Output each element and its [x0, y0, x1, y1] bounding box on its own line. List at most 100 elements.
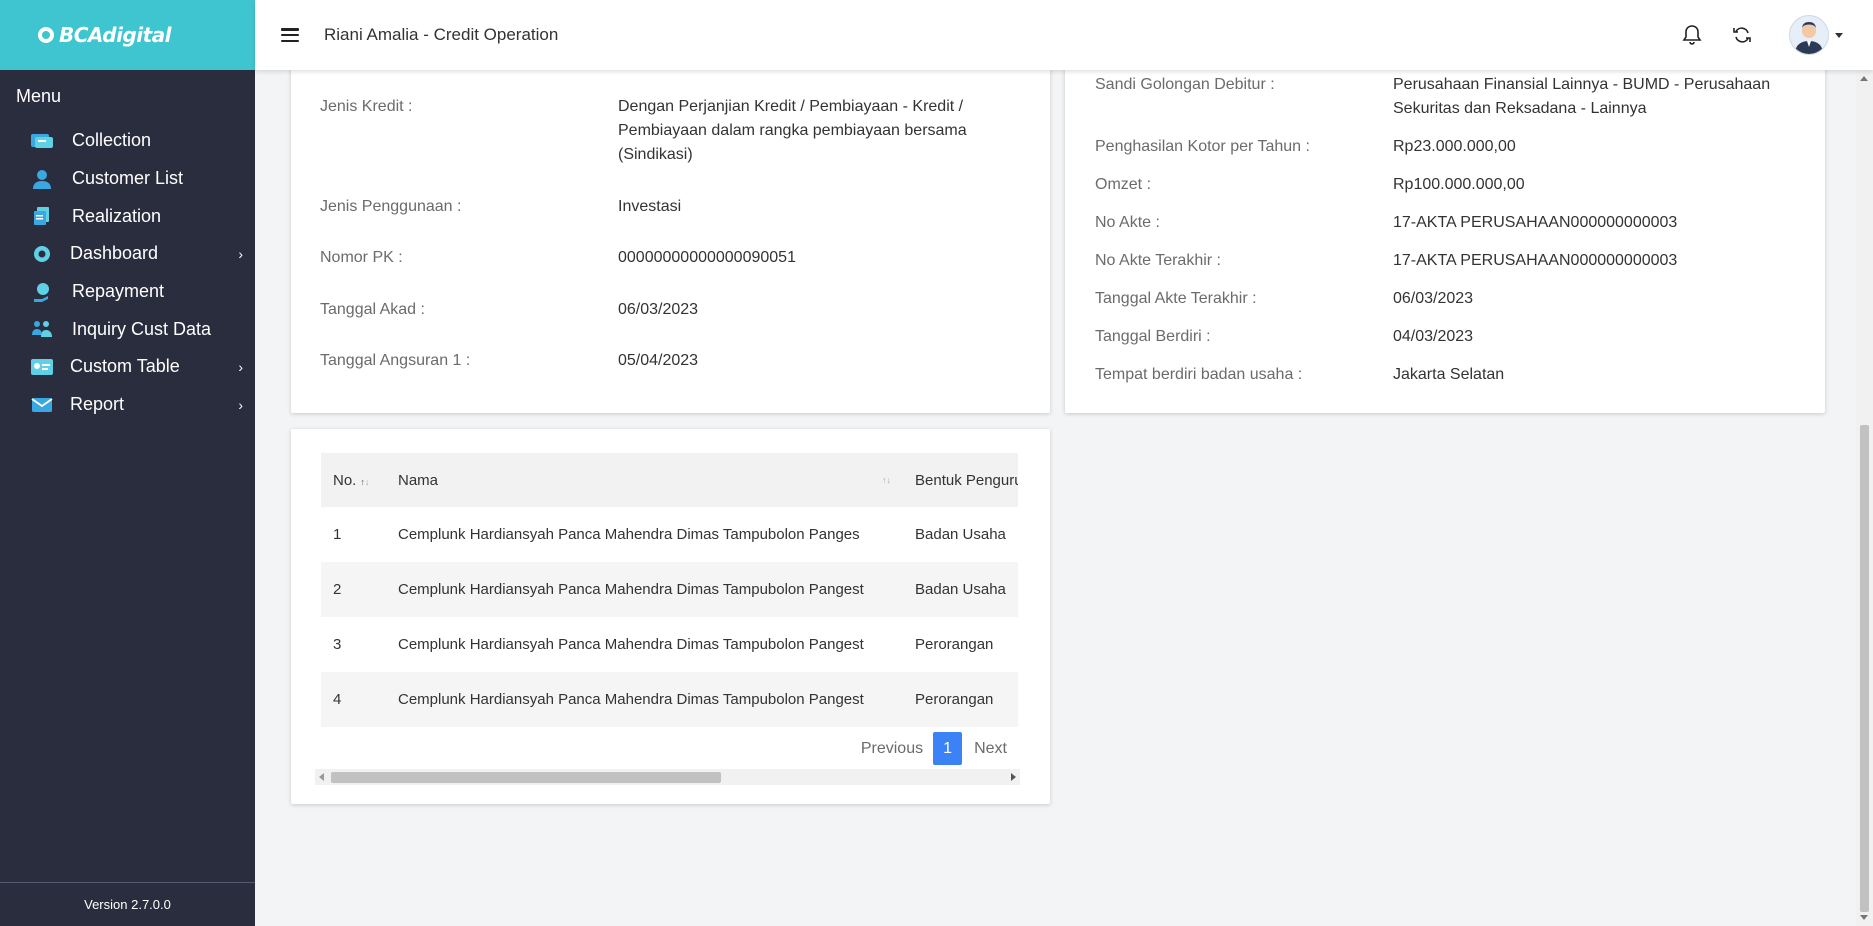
hamburger-menu-icon[interactable]: [281, 28, 299, 42]
debtor-detail-card: Sandi Golongan Debitur : Perusahaan Fina…: [1065, 60, 1825, 413]
cell-no: 1: [333, 526, 342, 543]
cell-bentuk: Perorangan: [915, 636, 994, 653]
cell-nama: Cemplunk Hardiansyah Panca Mahendra Dima…: [398, 581, 864, 598]
chevron-down-icon[interactable]: [1835, 32, 1843, 38]
credit-detail-card: Jenis Kredit : Dengan Perjanjian Kredit …: [291, 60, 1050, 413]
brand-logo[interactable]: BCAdigital: [38, 23, 172, 47]
sidebar-item-label: Collection: [72, 130, 152, 151]
table-row[interactable]: 3 Cemplunk Hardiansyah Panca Mahendra Di…: [321, 617, 1018, 672]
field-label-penghasilan: Penghasilan Kotor per Tahun :: [1095, 138, 1310, 155]
field-value-jenis-penggunaan: Investasi: [618, 198, 682, 215]
sidebar-item-realization[interactable]: Realization: [0, 197, 255, 235]
sort-asc-icon: ↑↓: [360, 476, 370, 487]
field-value-no-akte: 17-AKTA PERUSAHAAN000000000003: [1393, 214, 1678, 231]
scroll-up-icon[interactable]: [1860, 76, 1868, 81]
user-icon: [30, 168, 54, 190]
table-header-row: No.↑↓ Nama↑↓ Bentuk Pengurus: [321, 453, 1018, 507]
sidebar-item-label: Realization: [72, 205, 162, 226]
collection-icon: [30, 130, 54, 152]
cell-bentuk: Badan Usaha: [915, 526, 1006, 543]
field-label-jenis-kredit: Jenis Kredit :: [320, 98, 413, 115]
sort-icon: ↑↓: [882, 475, 891, 485]
sidebar: BCAdigital Menu Collection Customer List…: [0, 0, 255, 926]
sidebar-item-inquiry-cust-data[interactable]: Inquiry Cust Data: [0, 310, 255, 348]
bell-icon[interactable]: [1677, 20, 1707, 50]
sidebar-item-label: Repayment: [72, 281, 165, 302]
sidebar-item-report[interactable]: Report ›: [0, 386, 255, 424]
chevron-right-icon: ›: [238, 396, 243, 413]
field-label-nomor-pk: Nomor PK :: [320, 249, 403, 266]
page-1-button[interactable]: 1: [933, 732, 963, 765]
document-icon: [30, 205, 54, 227]
refresh-icon[interactable]: [1727, 20, 1757, 50]
sidebar-item-label: Report: [70, 394, 125, 415]
id-card-icon: [30, 356, 54, 378]
sidebar-item-label: Custom Table: [70, 356, 180, 377]
field-label-tanggal-berdiri: Tanggal Berdiri :: [1095, 328, 1211, 345]
sidebar-item-label: Customer List: [72, 168, 184, 189]
previous-page-button[interactable]: Previous: [851, 740, 933, 758]
field-value-sandi-golongan: Perusahaan Finansial Lainnya - BUMD - Pe…: [1393, 76, 1771, 117]
field-label-tanggal-angsuran: Tanggal Angsuran 1 :: [320, 352, 471, 369]
field-label-tanggal-akte-terakhir: Tanggal Akte Terakhir :: [1095, 290, 1257, 307]
brand-logo-icon: [38, 27, 54, 43]
field-value-tempat-berdiri: Jakarta Selatan: [1393, 366, 1505, 383]
field-value-omzet: Rp100.000.000,00: [1393, 176, 1525, 193]
page-title: Riani Amalia - Credit Operation: [324, 25, 559, 44]
field-value-nomor-pk: 00000000000000090051: [618, 249, 796, 266]
dashboard-icon: [30, 243, 54, 265]
sidebar-item-repayment[interactable]: Repayment: [0, 273, 255, 311]
sidebar-item-collection[interactable]: Collection: [0, 122, 255, 160]
field-value-jenis-kredit: Dengan Perjanjian Kredit / Pembiayaan - …: [618, 98, 967, 163]
chevron-right-icon: ›: [238, 245, 243, 262]
field-label-jenis-penggunaan: Jenis Penggunaan :: [320, 198, 462, 215]
field-value-penghasilan: Rp23.000.000,00: [1393, 138, 1516, 155]
pengurus-table: No.↑↓ Nama↑↓ Bentuk Pengurus 1 Cemplunk …: [321, 453, 1018, 727]
cell-bentuk: Badan Usaha: [915, 581, 1006, 598]
avatar[interactable]: [1789, 15, 1829, 55]
table-row[interactable]: 2 Cemplunk Hardiansyah Panca Mahendra Di…: [321, 562, 1018, 617]
mail-icon: [30, 394, 54, 416]
scroll-left-icon[interactable]: [319, 773, 324, 781]
pengurus-table-card: No.↑↓ Nama↑↓ Bentuk Pengurus 1 Cemplunk …: [291, 429, 1050, 804]
cell-no: 3: [333, 636, 342, 653]
sidebar-item-label: Dashboard: [70, 243, 159, 264]
scrollbar-thumb[interactable]: [1860, 425, 1869, 912]
field-value-tanggal-akad: 06/03/2023: [618, 301, 699, 318]
field-value-tanggal-angsuran: 05/04/2023: [618, 352, 699, 369]
cell-nama: Cemplunk Hardiansyah Panca Mahendra Dima…: [398, 526, 860, 543]
table-row[interactable]: 1 Cemplunk Hardiansyah Panca Mahendra Di…: [321, 507, 1018, 562]
menu-title: Menu: [16, 86, 62, 106]
cell-nama: Cemplunk Hardiansyah Panca Mahendra Dima…: [398, 636, 864, 653]
column-header-nama[interactable]: Nama ↑↓: [386, 453, 903, 507]
cell-bentuk: Perorangan: [915, 691, 994, 708]
cell-no: 2: [333, 581, 342, 598]
field-label-omzet: Omzet :: [1095, 176, 1152, 193]
version-label: Version 2.7.0.0: [0, 882, 255, 926]
scroll-down-icon[interactable]: [1860, 915, 1868, 920]
field-label-sandi-golongan: Sandi Golongan Debitur :: [1095, 76, 1275, 93]
header-actions: [1657, 0, 1843, 70]
table-row[interactable]: 4 Cemplunk Hardiansyah Panca Mahendra Di…: [321, 672, 1018, 727]
sidebar-item-dashboard[interactable]: Dashboard ›: [0, 235, 255, 273]
sidebar-item-custom-table[interactable]: Custom Table ›: [0, 348, 255, 386]
field-label-no-akte-terakhir: No Akte Terakhir :: [1095, 252, 1221, 269]
field-value-tanggal-berdiri: 04/03/2023: [1393, 328, 1474, 345]
column-header-no[interactable]: No. ↑↓: [321, 453, 386, 507]
field-value-tanggal-akte-terakhir: 06/03/2023: [1393, 290, 1474, 307]
sidebar-item-customer-list[interactable]: Customer List: [0, 160, 255, 198]
repayment-icon: [30, 281, 54, 303]
pagination: Previous 1 Next: [851, 732, 1017, 765]
field-value-no-akte-terakhir: 17-AKTA PERUSAHAAN000000000003: [1393, 252, 1678, 269]
top-header: Riani Amalia - Credit Operation: [255, 0, 1873, 70]
users-group-icon: [30, 318, 54, 340]
field-label-tanggal-akad: Tanggal Akad :: [320, 301, 425, 318]
column-header-bentuk-pengurus[interactable]: Bentuk Pengurus: [903, 453, 1018, 507]
next-page-button[interactable]: Next: [962, 740, 1017, 758]
page-vertical-scrollbar[interactable]: [1856, 70, 1873, 926]
chevron-right-icon: ›: [238, 358, 243, 375]
table-horizontal-scrollbar[interactable]: [315, 769, 1020, 785]
scroll-right-icon[interactable]: [1011, 773, 1016, 781]
scrollbar-thumb[interactable]: [331, 772, 721, 783]
brand-name: BCAdigital: [59, 23, 172, 47]
